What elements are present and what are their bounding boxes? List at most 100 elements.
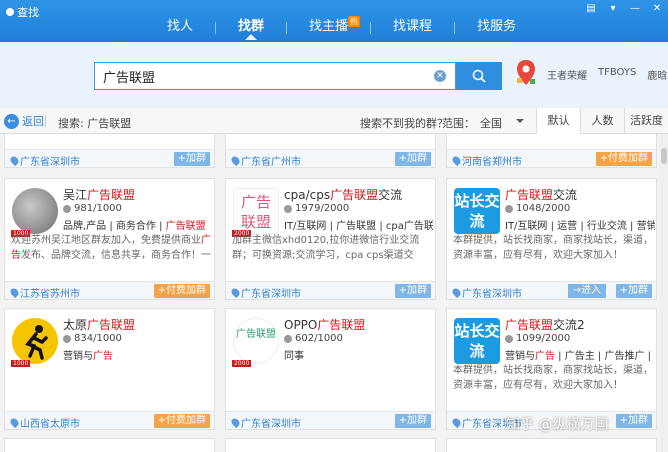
hot-badge: 热 — [348, 16, 361, 27]
group-avatar — [12, 188, 58, 234]
close-icon[interactable]: ✕ — [652, 3, 662, 14]
user-icon — [284, 334, 292, 343]
group-tags: 营销与广告 | 广告主 | 广告推广 | — [505, 351, 652, 362]
group-name: cpa/cps广告联盟交流 — [284, 188, 403, 202]
paid-join-button[interactable]: +付费加群 — [153, 414, 210, 428]
card-footer: 广东省广州市 +加群 — [226, 149, 435, 168]
main-nav: 找人 找群 找主播热 找课程 找服务 — [145, 16, 538, 40]
query-text: 搜索: 广告联盟 — [58, 117, 132, 130]
hot-word[interactable]: 王者荣耀 — [547, 67, 587, 82]
join-button[interactable]: +加群 — [394, 152, 431, 166]
minimize-icon[interactable]: — — [630, 3, 640, 14]
location-icon — [450, 286, 463, 299]
location: 广东省广州市 — [229, 153, 301, 168]
join-button[interactable]: +加群 — [394, 414, 431, 428]
runner-icon — [25, 325, 48, 360]
sort-members[interactable]: 人数 — [580, 108, 624, 134]
group-avatar: 站长交流 — [454, 188, 500, 234]
location-icon — [8, 286, 21, 299]
group-description: 本群提供，站长找商家，商家找站长，渠道，资源丰富，应有尽有，欢迎大家加入！ — [453, 365, 653, 391]
group-card[interactable]: 广告联盟 2000 cpa/cps广告联盟交流 1979/2000 IT/互联网… — [225, 178, 436, 300]
group-card[interactable]: 1000 吴江广告联盟 981/1000 品牌,产品 | 商务合作 | 广告联盟… — [4, 178, 215, 300]
tab-find-courses[interactable]: 找课程 — [371, 16, 454, 40]
join-button[interactable]: +加群 — [394, 284, 431, 298]
not-found-link[interactable]: 搜索不到我的群？ — [360, 115, 448, 131]
location: 山西省太原市 — [8, 415, 80, 430]
group-card[interactable]: 河南省郑州市 +付费加群 — [446, 134, 657, 168]
sort-activity[interactable]: 活跃度 — [624, 108, 668, 134]
card-footer: 广东省深圳市 →进入 +加群 — [447, 281, 656, 300]
sort-default[interactable]: 默认 — [536, 108, 580, 134]
location: 广东省深圳市 — [450, 285, 522, 300]
group-card[interactable]: 站长交流 广告联盟交流 1048/2000 IT/互联网 | 运营 | 行业交流… — [446, 178, 657, 300]
member-count: 1979/2000 — [284, 203, 349, 214]
scroll-thumb[interactable] — [661, 148, 667, 164]
group-name: 太原广告联盟 — [63, 318, 136, 332]
title-bar: 查找 ▤ ▾ — ✕ 找人 找群 找主播热 找课程 找服务 — [0, 0, 668, 42]
sort-tabs: 默认 人数 活跃度 — [536, 108, 668, 134]
location-icon — [229, 154, 242, 167]
member-count: 1099/2000 — [505, 333, 570, 344]
group-card[interactable]: 广告联盟 2000 OPPO广告联盟 602/1000 同事 广东省深圳市 +加… — [225, 308, 436, 430]
back-button[interactable]: ← 返回 — [4, 113, 44, 129]
group-card[interactable] — [225, 438, 436, 452]
group-card[interactable] — [446, 438, 657, 452]
group-tags: 品牌,产品 | 商务合作 | 广告联盟 — [63, 221, 206, 232]
group-tags: 同事 — [284, 351, 304, 362]
location: 江苏省苏州市 — [8, 285, 80, 300]
group-avatar: 广告联盟 — [233, 318, 279, 364]
chevron-down-icon[interactable] — [516, 119, 524, 127]
group-name: OPPO广告联盟 — [284, 318, 366, 332]
group-avatar: 广告联盟 — [233, 188, 279, 234]
clear-icon[interactable]: ✕ — [434, 70, 446, 82]
location: 广东省深圳市 — [8, 153, 80, 168]
join-button[interactable]: +加群 — [615, 414, 652, 428]
location: 广东省深圳市 — [229, 285, 301, 300]
tab-find-groups[interactable]: 找群 — [216, 16, 286, 40]
hot-word[interactable]: 鹿晗 — [647, 67, 667, 82]
user-icon — [505, 334, 513, 343]
group-card[interactable]: 站长交流 广告联盟交流2 1099/2000 营销与广告 | 广告主 | 广告推… — [446, 308, 657, 430]
user-icon — [63, 204, 71, 213]
search-button[interactable] — [456, 62, 502, 90]
qq-logo-icon — [6, 8, 14, 16]
user-icon — [284, 204, 292, 213]
group-card[interactable]: 广东省广州市 +加群 — [225, 134, 436, 168]
join-button[interactable]: +加群 — [173, 152, 210, 166]
window-title: 查找 — [17, 6, 39, 19]
user-icon — [505, 204, 513, 213]
hot-words: 王者荣耀 TFBOYS 鹿晗 — [547, 67, 667, 82]
paid-join-button[interactable]: +付费加群 — [595, 152, 652, 166]
location-icon — [8, 416, 21, 429]
search-input[interactable] — [95, 63, 425, 89]
search-band: ✕ 王者荣耀 TFBOYS 鹿晗 — [0, 42, 668, 108]
scrollbar[interactable] — [660, 134, 668, 452]
tab-find-people[interactable]: 找人 — [145, 16, 215, 40]
tab-find-streamers[interactable]: 找主播热 — [287, 16, 370, 40]
group-avatar: 站长交流 — [454, 318, 500, 364]
group-name: 吴江广告联盟 — [63, 188, 136, 202]
feedback-icon[interactable]: ▤ — [586, 3, 596, 14]
range-select[interactable]: 全国 — [480, 115, 502, 131]
map-pin-icon[interactable] — [514, 58, 538, 88]
menu-icon[interactable]: ▾ — [608, 3, 618, 14]
card-footer: 广东省深圳市 +加群 — [226, 411, 435, 430]
location-icon — [450, 416, 463, 429]
group-tags: IT/互联网 | 广告联盟 | cpa广告联 — [284, 221, 434, 232]
filter-bar: ← 返回 搜索: 广告联盟 搜索不到我的群？ 范围： 全国 默认 人数 活跃度 — [0, 108, 668, 134]
divider — [45, 115, 46, 127]
location-icon — [450, 154, 463, 167]
hot-word[interactable]: TFBOYS — [598, 67, 636, 82]
join-button[interactable]: +加群 — [615, 284, 652, 298]
location: 广东省深圳市 — [229, 415, 301, 430]
group-card[interactable]: 广东省深圳市 +加群 — [4, 134, 215, 168]
member-count: 834/1000 — [63, 333, 122, 344]
group-name: 广告联盟交流2 — [505, 318, 585, 332]
enter-button[interactable]: →进入 — [567, 284, 606, 298]
tab-find-services[interactable]: 找服务 — [455, 16, 538, 40]
group-card[interactable] — [4, 438, 215, 452]
group-card[interactable]: 1000 太原广告联盟 834/1000 营销与广告 山西省太原市 +付费加群 — [4, 308, 215, 430]
tab-label: 找主播 — [309, 19, 349, 34]
member-count: 981/1000 — [63, 203, 122, 214]
paid-join-button[interactable]: +付费加群 — [153, 284, 210, 298]
